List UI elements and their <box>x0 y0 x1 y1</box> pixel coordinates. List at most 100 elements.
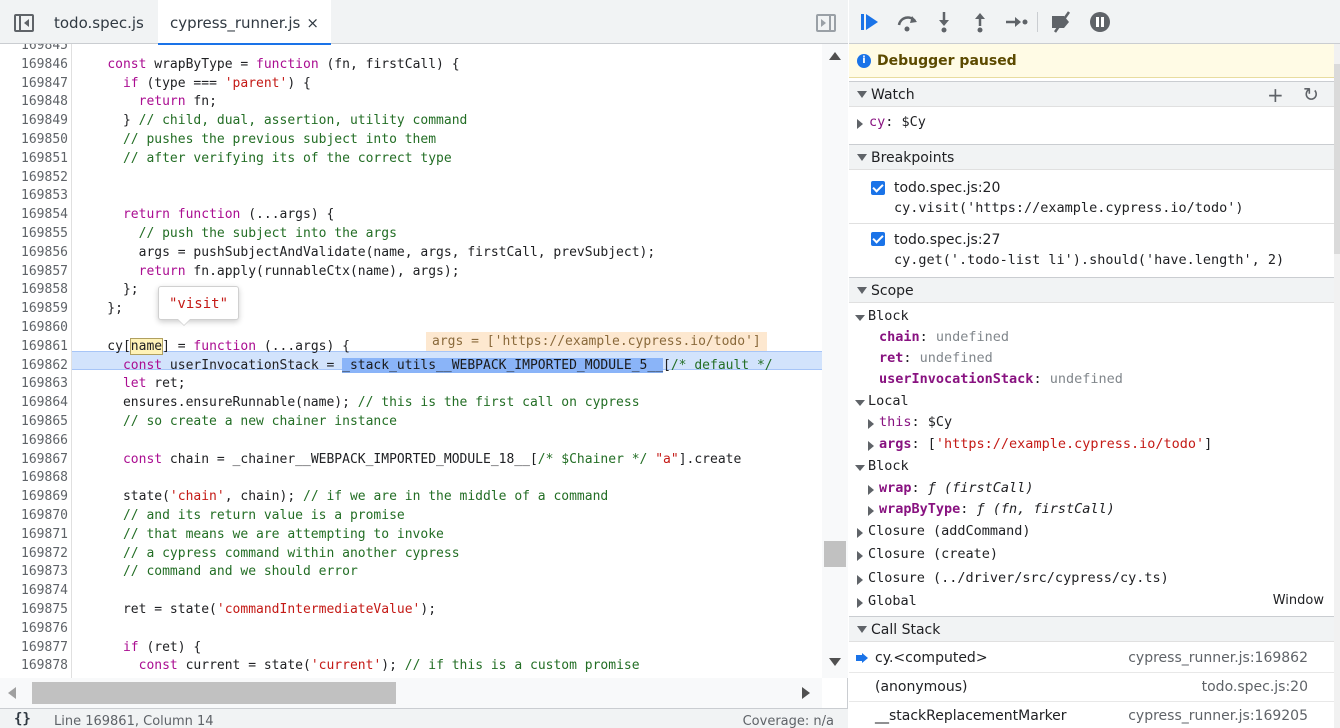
code-line[interactable]: }; <box>76 301 123 316</box>
scope-closure[interactable]: Closure (addCommand) <box>849 523 1334 545</box>
line-number[interactable]: 169869 <box>0 489 68 504</box>
line-number[interactable]: 169868 <box>0 470 68 485</box>
line-number[interactable]: 169866 <box>0 433 68 448</box>
call-frame[interactable]: __stackReplacementMarker cypress_runner.… <box>849 702 1334 728</box>
line-number[interactable]: 169863 <box>0 376 68 391</box>
code-line[interactable]: if (ret) { <box>76 640 201 655</box>
step-icon[interactable] <box>1003 10 1029 34</box>
code-line[interactable]: // pushes the previous subject into them <box>76 132 436 147</box>
step-out-icon[interactable] <box>967 10 993 34</box>
step-into-icon[interactable] <box>931 10 957 34</box>
scroll-left-arrow-icon[interactable] <box>8 687 16 699</box>
sidebar-scroll-thumb[interactable] <box>1334 64 1340 254</box>
code-line[interactable]: args = pushSubjectAndValidate(name, args… <box>76 245 656 260</box>
expand-arrow-icon[interactable] <box>868 506 874 516</box>
line-number[interactable]: 169859 <box>0 301 68 316</box>
line-number[interactable]: 169870 <box>0 508 68 523</box>
scope-closure[interactable]: Closure (../driver/src/cypress/cy.ts) <box>849 570 1334 592</box>
line-number[interactable]: 169848 <box>0 94 68 109</box>
pretty-print-icon[interactable]: {} <box>14 711 31 727</box>
expand-arrow-icon[interactable] <box>868 485 874 495</box>
line-number[interactable]: 169847 <box>0 76 68 91</box>
debugger-sidebar-toggle-icon[interactable] <box>816 14 836 32</box>
expand-arrow-icon[interactable] <box>868 441 874 451</box>
code-line[interactable]: ensures.ensureRunnable(name); // this is… <box>76 395 640 410</box>
scope-local[interactable]: Local <box>849 393 1334 415</box>
expand-arrow-icon[interactable] <box>857 119 863 129</box>
line-number[interactable]: 169845 <box>0 44 68 53</box>
code-line[interactable]: }; <box>76 282 139 297</box>
line-number-gutter[interactable]: 169845 169846 169847 169848 169849 169850 1698… <box>0 44 72 678</box>
collapse-arrow-icon[interactable] <box>855 315 865 321</box>
breakpoint-checkbox[interactable] <box>871 181 885 195</box>
scope-block[interactable]: Block <box>849 458 1334 480</box>
step-over-icon[interactable] <box>895 10 921 34</box>
code-line[interactable]: // and its return value is a promise <box>76 508 405 523</box>
expand-arrow-icon[interactable] <box>868 419 874 429</box>
code-line[interactable]: if (type === 'parent') { <box>76 76 311 91</box>
breakpoints-section-header[interactable]: Breakpoints <box>849 144 1334 170</box>
scope-closure[interactable]: Closure (create) <box>849 546 1334 568</box>
line-number[interactable]: 169856 <box>0 245 68 260</box>
line-number[interactable]: 169865 <box>0 414 68 429</box>
pause-on-exceptions-icon[interactable] <box>1087 10 1113 34</box>
add-watch-icon[interactable]: + <box>1267 85 1284 105</box>
collapse-arrow-icon[interactable] <box>855 465 865 471</box>
scroll-down-arrow-icon[interactable] <box>829 658 841 666</box>
line-number[interactable]: 169852 <box>0 170 68 185</box>
scope-variable[interactable]: ret: undefined <box>849 350 1334 372</box>
call-frame[interactable]: cy.<computed> cypress_runner.js:169862 <box>849 644 1334 673</box>
code-line[interactable]: } // child, dual, assertion, utility com… <box>76 113 467 128</box>
vertical-scrollbar[interactable] <box>822 44 848 678</box>
breakpoint-checkbox[interactable] <box>871 232 885 246</box>
horizontal-scrollbar[interactable] <box>0 678 822 708</box>
scope-variable[interactable]: wrap: ƒ (firstCall) <box>849 480 1334 502</box>
code-area[interactable]: 169845 169846 169847 169848 169849 169850 1698… <box>0 44 822 678</box>
tab-cypress-runner[interactable]: cypress_runner.js × <box>158 0 331 45</box>
code-line[interactable]: state('chain', chain); // if we are in t… <box>76 489 608 504</box>
line-number[interactable]: 169853 <box>0 188 68 203</box>
call-stack-section-header[interactable]: Call Stack <box>849 616 1334 642</box>
code-line[interactable]: cy[name] = function (...args) { <box>76 338 350 355</box>
line-number[interactable]: 169874 <box>0 583 68 598</box>
expand-arrow-icon[interactable] <box>857 551 863 561</box>
frame-location[interactable]: todo.spec.js:20 <box>1202 679 1308 695</box>
code-line[interactable]: ret = state('commandIntermediateValue'); <box>76 602 436 617</box>
watch-section-header[interactable]: Watch + ↻ <box>849 81 1334 107</box>
sidebar-scrollbar[interactable] <box>1334 44 1340 728</box>
line-number[interactable]: 169878 <box>0 658 68 673</box>
frame-location[interactable]: cypress_runner.js:169862 <box>1128 650 1308 666</box>
code-line[interactable]: const wrapByType = function (fn, firstCa… <box>76 57 459 72</box>
code-line[interactable]: // a cypress command within another cypr… <box>76 546 460 561</box>
line-number[interactable]: 169867 <box>0 452 68 467</box>
line-number[interactable]: 169846 <box>0 57 68 72</box>
code-line[interactable]: return fn; <box>76 94 217 109</box>
scope-block[interactable]: Block <box>849 308 1334 330</box>
watch-item[interactable]: cy: $Cy <box>849 114 1334 136</box>
refresh-watch-icon[interactable]: ↻ <box>1303 85 1319 105</box>
line-number[interactable]: 169861 <box>0 339 68 354</box>
scope-variable[interactable]: chain: undefined <box>849 329 1334 351</box>
scope-variable[interactable]: userInvocationStack: undefined <box>849 371 1334 393</box>
code-line[interactable]: // that means we are attempting to invok… <box>76 527 444 542</box>
scope-variable[interactable]: wrapByType: ƒ (fn, firstCall) <box>849 501 1334 523</box>
navigator-toggle-icon[interactable] <box>14 14 34 32</box>
horizontal-scroll-thumb[interactable] <box>32 682 396 704</box>
line-number[interactable]: 169851 <box>0 151 68 166</box>
scope-variable[interactable]: this: $Cy <box>849 414 1334 436</box>
code-line[interactable]: const current = state('current'); // if … <box>76 658 640 673</box>
line-number[interactable]: 169855 <box>0 226 68 241</box>
call-frame[interactable]: (anonymous) todo.spec.js:20 <box>849 673 1334 702</box>
code-line[interactable]: const chain = _chainer__WEBPACK_IMPORTED… <box>76 452 741 467</box>
line-number[interactable]: 169871 <box>0 527 68 542</box>
line-number[interactable]: 169858 <box>0 282 68 297</box>
line-number[interactable]: 169860 <box>0 320 68 335</box>
line-number[interactable]: 169876 <box>0 621 68 636</box>
code-line[interactable]: // after verifying its of the correct ty… <box>76 151 452 166</box>
line-number[interactable]: 169850 <box>0 132 68 147</box>
code-line[interactable]: // so create a new chainer instance <box>76 414 397 429</box>
code-line[interactable]: return fn.apply(runnableCtx(name), args)… <box>76 264 460 279</box>
code-line[interactable]: const userInvocationStack = _stack_utils… <box>76 358 773 373</box>
code-line[interactable]: // push the subject into the args <box>76 226 397 241</box>
code-line[interactable]: let ret; <box>76 376 186 391</box>
